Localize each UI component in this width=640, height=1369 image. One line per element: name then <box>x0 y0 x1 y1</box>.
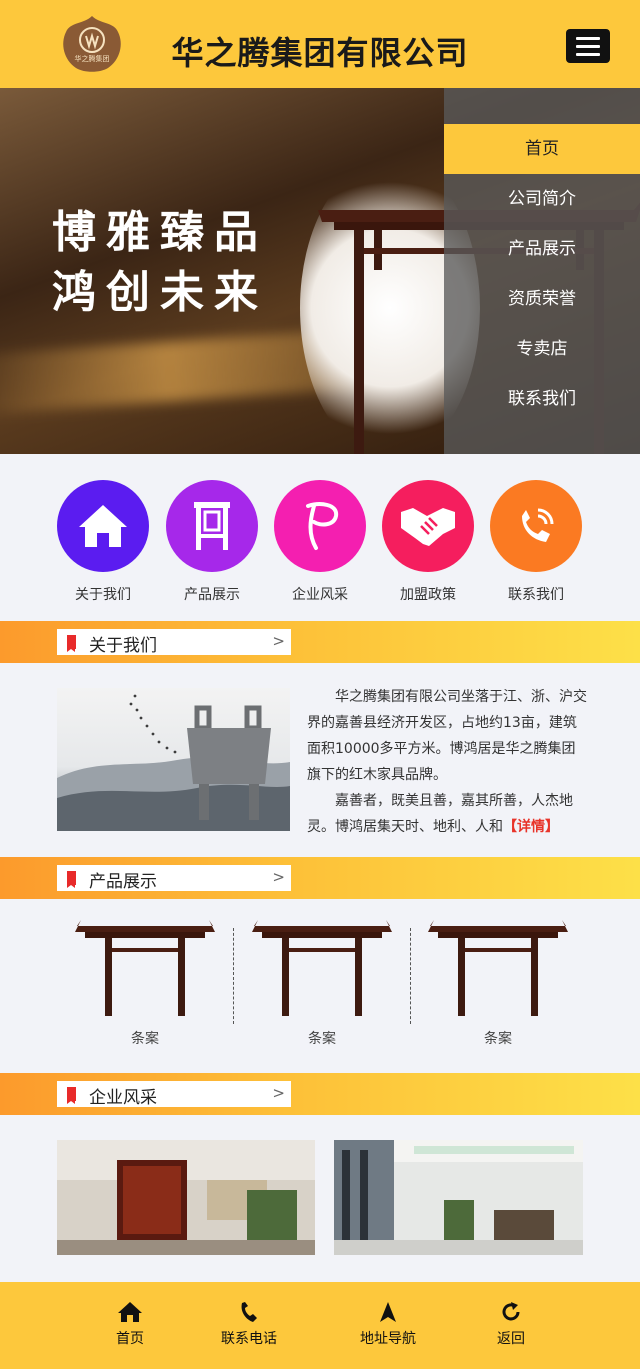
slogan-line-1: 博雅臻品 <box>52 207 268 258</box>
product-image <box>252 920 392 1016</box>
product-card[interactable]: 条案 <box>70 920 220 1048</box>
chevron-right-icon: > <box>272 632 285 650</box>
refresh-back-icon <box>502 1302 520 1321</box>
divider <box>233 928 234 1024</box>
hamburger-menu-icon <box>576 36 600 40</box>
footer-home-button[interactable]: 首页 <box>75 1300 185 1348</box>
product-name: 条案 <box>484 1031 512 1047</box>
banner-slogan: 博雅臻品 鸿创未来 <box>52 203 268 323</box>
chevron-right-icon: > <box>272 868 285 886</box>
divider <box>410 928 411 1024</box>
nav-item-home[interactable]: 首页 <box>444 124 640 174</box>
footer-label: 地址导航 <box>360 1331 416 1347</box>
nav-item-products[interactable]: 产品展示 <box>444 224 640 274</box>
culture-photo-lobby[interactable] <box>57 1140 315 1255</box>
footer-navigation-button[interactable]: 地址导航 <box>333 1300 443 1348</box>
section-title: 关于我们 <box>89 636 157 656</box>
site-title: 华之腾集团有限公司 <box>171 34 469 72</box>
home-icon <box>118 1302 142 1322</box>
quick-link-products[interactable]: 产品展示 <box>157 480 267 604</box>
culture-photo-office[interactable] <box>334 1140 583 1255</box>
about-paragraph-1: 华之腾集团有限公司坐落于江、浙、沪交界的嘉善县经济开发区，占地约13亩，建筑面积… <box>307 689 587 783</box>
about-paragraph-2: 嘉善者，既美且善，嘉其所善，人杰地灵。博鸿居集天时、地利、人和【详情】 <box>307 793 573 835</box>
products-section-header: 产品展示 > <box>0 857 640 899</box>
product-image <box>428 920 568 1016</box>
chair-icon <box>194 502 230 550</box>
quick-link-label: 产品展示 <box>184 587 240 603</box>
product-card[interactable]: 条案 <box>247 920 397 1048</box>
footer-phone-button[interactable]: 联系电话 <box>194 1300 304 1348</box>
home-icon <box>79 505 127 547</box>
quick-link-contact[interactable]: 联系我们 <box>481 480 591 604</box>
quick-link-label: 加盟政策 <box>400 587 456 603</box>
phone-icon <box>522 508 554 542</box>
quick-link-culture[interactable]: 企业风采 <box>265 480 375 604</box>
section-title: 产品展示 <box>89 872 157 892</box>
nav-item-honors[interactable]: 资质荣誉 <box>444 274 640 324</box>
chevron-right-icon: > <box>272 1084 285 1102</box>
footer-label: 返回 <box>497 1331 525 1347</box>
hamburger-menu-button[interactable] <box>566 29 610 63</box>
nav-item-company-intro[interactable]: 公司简介 <box>444 174 640 224</box>
product-name: 条案 <box>131 1031 159 1047</box>
quick-link-label: 关于我们 <box>75 587 131 603</box>
section-title: 企业风采 <box>89 1088 157 1108</box>
about-section-header: 关于我们 > <box>0 621 640 663</box>
nav-drawer: 首页 公司简介 产品展示 资质荣誉 专卖店 联系我们 <box>444 88 640 454</box>
about-more-link[interactable]: 【详情】 <box>503 819 559 835</box>
product-name: 条案 <box>308 1031 336 1047</box>
flag-icon <box>67 871 76 888</box>
quick-links: 关于我们 产品展示 企业风采 加盟政策 联系我们 <box>0 454 640 620</box>
flag-icon <box>67 1087 76 1104</box>
quick-link-label: 联系我们 <box>508 587 564 603</box>
about-image <box>57 688 290 831</box>
nav-item-contact[interactable]: 联系我们 <box>444 374 640 424</box>
bottom-nav: 首页 联系电话 地址导航 返回 <box>0 1282 640 1369</box>
quick-link-franchise[interactable]: 加盟政策 <box>373 480 483 604</box>
product-card[interactable]: 条案 <box>423 920 573 1048</box>
about-section-tab[interactable]: 关于我们 > <box>57 629 291 656</box>
brand-logo-icon <box>306 502 339 550</box>
product-image <box>75 920 215 1016</box>
quick-link-label: 企业风采 <box>292 587 348 603</box>
footer-back-button[interactable]: 返回 <box>456 1300 566 1348</box>
phone-icon <box>241 1302 257 1322</box>
handshake-icon <box>401 508 455 546</box>
culture-section-tab[interactable]: 企业风采 > <box>57 1081 291 1108</box>
products-section-tab[interactable]: 产品展示 > <box>57 865 291 892</box>
footer-label: 首页 <box>116 1331 144 1347</box>
header: 华之腾集团 华之腾集团有限公司 <box>0 0 640 88</box>
culture-section-header: 企业风采 > <box>0 1073 640 1115</box>
nav-item-stores[interactable]: 专卖店 <box>444 324 640 374</box>
navigation-arrow-icon <box>380 1302 396 1322</box>
footer-label: 联系电话 <box>221 1331 277 1347</box>
about-text: 华之腾集团有限公司坐落于江、浙、沪交界的嘉善县经济开发区，占地约13亩，建筑面积… <box>307 684 587 840</box>
slogan-line-2: 鸿创未来 <box>52 267 268 318</box>
flag-icon <box>67 635 76 652</box>
quick-link-about[interactable]: 关于我们 <box>48 480 158 604</box>
